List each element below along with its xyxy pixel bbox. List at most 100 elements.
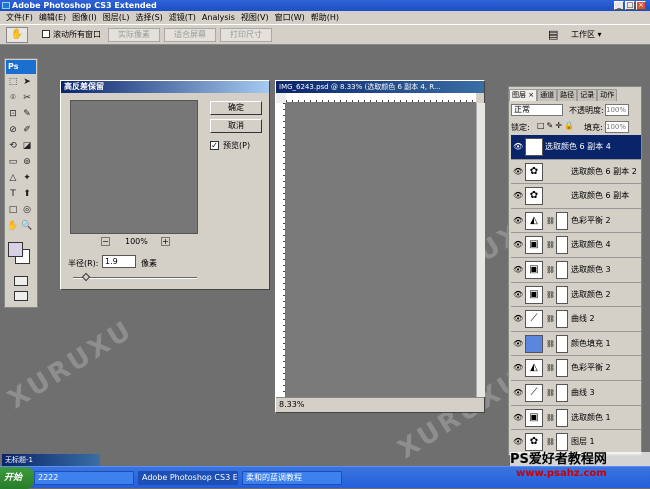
path-select-icon[interactable]: ⬆: [21, 189, 33, 200]
marquee-icon[interactable]: ⬚: [7, 77, 19, 88]
menu-item[interactable]: Analysis: [199, 11, 238, 24]
layer-thumbnail[interactable]: ▣: [525, 408, 543, 427]
screen-mode-icon[interactable]: [14, 291, 28, 301]
quick-mask-icon[interactable]: [14, 276, 28, 286]
layer-row[interactable]: 👁 ⟋ ⛓ 曲线 2: [511, 307, 641, 332]
layer-thumbnail[interactable]: ✿: [525, 162, 543, 181]
visibility-eye-icon[interactable]: 👁: [513, 265, 523, 275]
link-icon[interactable]: ⛓: [546, 389, 555, 397]
zoom-level[interactable]: 8.33%: [279, 400, 304, 409]
zoom-out-button[interactable]: −: [101, 237, 110, 246]
layer-row[interactable]: 👁 ▣ ⛓ 选取颜色 4: [511, 233, 641, 258]
visibility-eye-icon[interactable]: 👁: [513, 314, 523, 324]
link-icon[interactable]: ⛓: [546, 241, 555, 249]
layer-thumbnail[interactable]: ✿: [525, 433, 543, 452]
hand-icon[interactable]: ✋: [7, 221, 19, 232]
layer-row[interactable]: 👁 ▣ ⛓ 选取颜色 3: [511, 258, 641, 283]
notes-icon[interactable]: ◎: [21, 205, 33, 216]
layer-mask-thumbnail[interactable]: [556, 310, 568, 329]
eraser-icon[interactable]: ▭: [7, 157, 19, 168]
layer-row[interactable]: 👁 ◭ ⛓ 色彩平衡 2: [511, 208, 641, 234]
link-icon[interactable]: ⛓: [546, 266, 555, 274]
actual-pixels-button[interactable]: 实际像素: [108, 28, 160, 42]
layer-thumbnail[interactable]: ◭: [525, 359, 543, 378]
layer-row[interactable]: 👁 ▣ ⛓ 选取颜色 2: [511, 282, 641, 308]
minimize-button[interactable]: _: [614, 1, 624, 10]
menu-item[interactable]: 编辑(E): [36, 11, 69, 24]
panel-tab[interactable]: 动作: [597, 89, 618, 101]
layer-mask-thumbnail[interactable]: [556, 334, 568, 353]
link-icon[interactable]: ⛓: [546, 414, 555, 422]
layer-mask-thumbnail[interactable]: [556, 384, 568, 402]
visibility-eye-icon[interactable]: 👁: [513, 437, 523, 447]
taskbar-item-photoshop[interactable]: Adobe Photoshop CS3 E...: [138, 471, 238, 485]
close-button[interactable]: ×: [636, 1, 646, 10]
radius-slider-track[interactable]: [73, 277, 197, 279]
visibility-eye-icon[interactable]: 👁: [513, 216, 523, 226]
cancel-button[interactable]: 取消: [210, 119, 262, 133]
palette-well-icon[interactable]: ▤: [548, 28, 558, 41]
layer-thumbnail[interactable]: ✿: [525, 138, 543, 156]
shape-icon[interactable]: □: [7, 205, 19, 216]
menu-item[interactable]: 图层(L): [100, 11, 133, 24]
zoom-icon[interactable]: 🔍: [21, 221, 33, 232]
layer-row[interactable]: 👁 ▣ ⛓ 选取颜色 1: [511, 405, 641, 431]
stamp-icon[interactable]: ⟲: [7, 141, 19, 152]
visibility-eye-icon[interactable]: 👁: [513, 240, 523, 250]
radius-slider-thumb[interactable]: [81, 272, 91, 282]
panel-tab[interactable]: 通道: [537, 89, 558, 101]
image-canvas[interactable]: [286, 103, 476, 397]
visibility-eye-icon[interactable]: 👁: [513, 167, 523, 177]
layer-row[interactable]: 👁 ✿ 选取颜色 6 副本 4: [511, 135, 641, 160]
visibility-eye-icon[interactable]: 👁: [513, 413, 523, 423]
lock-icons[interactable]: □✎✛🔒: [537, 121, 576, 130]
slice-icon[interactable]: ✎: [21, 109, 33, 120]
vertical-scrollbar[interactable]: [476, 103, 485, 397]
panel-tab[interactable]: 图层 ×: [509, 89, 538, 101]
visibility-eye-icon[interactable]: 👁: [513, 290, 523, 300]
maximize-button[interactable]: □: [625, 1, 635, 10]
dialog-title[interactable]: 高反差保留: [61, 81, 269, 93]
layer-row[interactable]: 👁 ✿ ⛓ 图层 1: [511, 430, 641, 455]
layer-row[interactable]: 👁 ✿ 选取颜色 6 副本: [511, 184, 641, 209]
menu-item[interactable]: 窗口(W): [272, 11, 308, 24]
link-icon[interactable]: ⛓: [546, 291, 555, 299]
layer-row[interactable]: 👁 ⟋ ⛓ 曲线 3: [511, 381, 641, 406]
filter-preview[interactable]: [70, 100, 198, 234]
taskbar-item-tutorial[interactable]: 柔和的蓝调教程: [242, 471, 342, 485]
preview-checkbox[interactable]: ✓: [210, 141, 219, 150]
layer-thumbnail[interactable]: ▣: [525, 285, 543, 304]
menu-item[interactable]: 滤镜(T): [166, 11, 199, 24]
healing-icon[interactable]: ⊘: [7, 125, 19, 136]
blend-mode-select[interactable]: 正常: [511, 104, 563, 116]
crop-icon[interactable]: ⊡: [7, 109, 19, 120]
gradient-icon[interactable]: ⊚: [21, 157, 33, 168]
history-brush-icon[interactable]: ◪: [21, 141, 33, 152]
zoom-in-button[interactable]: +: [161, 237, 170, 246]
fit-screen-button[interactable]: 适合屏幕: [164, 28, 216, 42]
ok-button[interactable]: 确定: [210, 101, 262, 115]
workspace-button[interactable]: 工作区 ▾: [571, 28, 602, 42]
link-icon[interactable]: ⛓: [546, 217, 555, 225]
menu-item[interactable]: 视图(V): [238, 11, 272, 24]
minimized-document[interactable]: 无标题-1: [2, 454, 100, 466]
menu-item[interactable]: 帮助(H): [308, 11, 342, 24]
move-icon[interactable]: ➤: [21, 77, 33, 88]
visibility-eye-icon[interactable]: 👁: [513, 191, 523, 201]
taskbar-item-2222[interactable]: 2222: [34, 471, 134, 485]
link-icon[interactable]: ⛓: [546, 364, 555, 372]
document-title[interactable]: IMG_6243.psd @ 8.33% (选取颜色 6 副本 4, R...: [276, 81, 484, 93]
ruler-origin[interactable]: [276, 93, 286, 103]
layer-mask-thumbnail[interactable]: [556, 285, 568, 304]
brush-icon[interactable]: ✐: [21, 125, 33, 136]
magic-wand-icon[interactable]: ✂: [21, 93, 33, 104]
menu-item[interactable]: 文件(F): [3, 11, 36, 24]
layer-row[interactable]: 👁 ✿ 选取颜色 6 副本 2: [511, 159, 641, 185]
type-icon[interactable]: T: [7, 189, 19, 200]
visibility-eye-icon[interactable]: 👁: [513, 339, 523, 349]
layer-thumbnail[interactable]: ⟋: [525, 310, 543, 329]
menu-item[interactable]: 图像(I): [69, 11, 100, 24]
layer-thumbnail[interactable]: ■: [525, 334, 543, 353]
layer-mask-thumbnail[interactable]: [556, 408, 568, 427]
layer-thumbnail[interactable]: ⟋: [525, 384, 543, 402]
